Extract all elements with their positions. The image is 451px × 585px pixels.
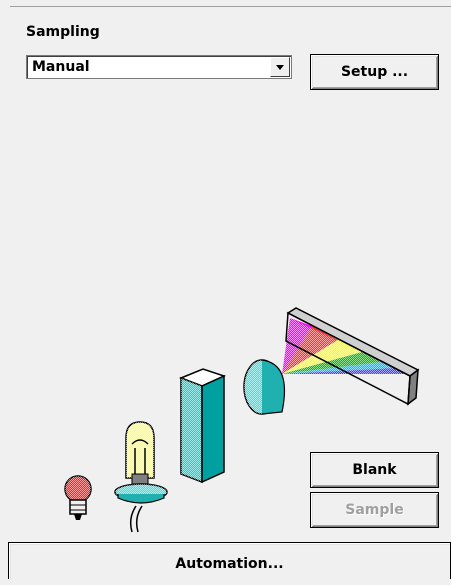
sample-button[interactable]: Sample — [310, 492, 439, 528]
blank-button-label: Blank — [352, 462, 397, 478]
bulb-icon — [114, 421, 168, 533]
cuvette-icon — [178, 368, 227, 484]
blank-button[interactable]: Blank — [310, 452, 439, 488]
sample-button-label: Sample — [345, 502, 404, 518]
automation-button[interactable]: Automation... — [8, 542, 451, 579]
lens-icon — [243, 359, 286, 415]
lamp-icon — [64, 475, 92, 520]
